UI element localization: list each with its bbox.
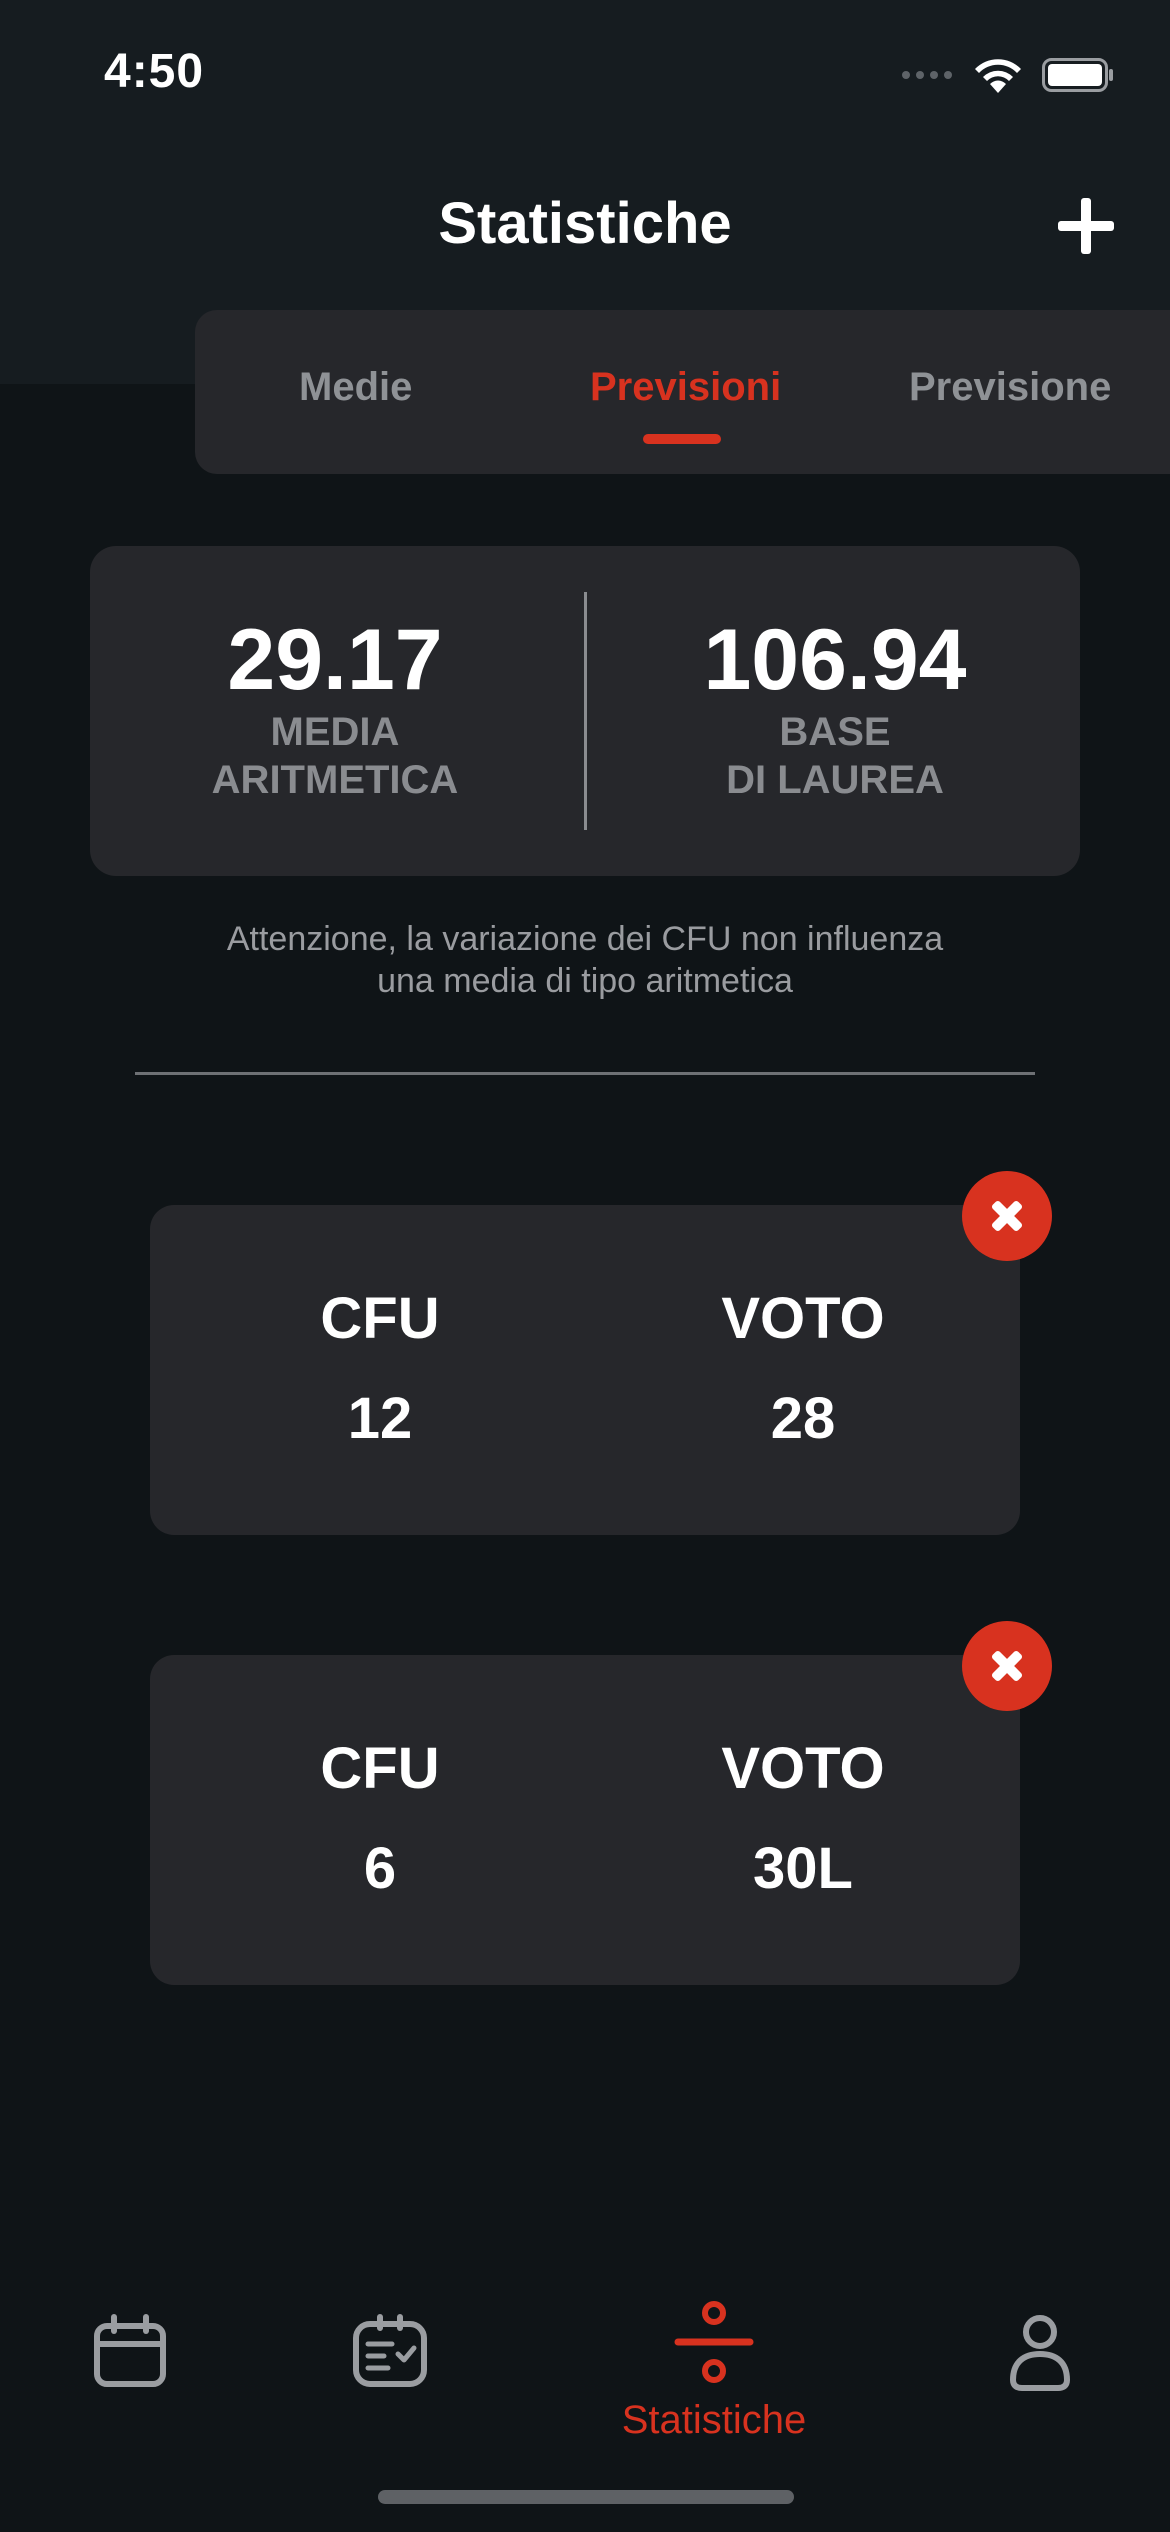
divider [135,1072,1035,1075]
status-time: 4:50 [104,45,205,98]
tab-bar-label-statistiche: Statistiche [621,2398,807,2442]
base-summary: 106.94 BASE DI LAUREA [590,616,1080,804]
tab-medie[interactable]: Medie [299,365,412,410]
forecast-card[interactable]: CFU 12 VOTO 28 [150,1205,1020,1535]
cfu-column: CFU 12 [230,1285,530,1453]
tab-bar-item-exams[interactable] [352,2314,428,2390]
forecast-card[interactable]: CFU 6 VOTO 30L [150,1655,1020,1985]
voto-column: VOTO 30L [653,1735,953,1903]
active-tab-indicator [643,434,721,444]
exam-list-icon [353,2314,427,2387]
voto-label: VOTO [721,1286,885,1351]
add-button[interactable] [1058,198,1114,254]
cellular-signal-icon [902,71,952,79]
notice-line1: Attenzione, la variazione dei CFU non in… [226,920,944,958]
voto-label: VOTO [721,1736,885,1801]
tab-bar-item-calendar[interactable] [92,2314,168,2390]
tab-previsione[interactable]: Previsione [909,365,1111,410]
voto-value: 30L [753,1836,853,1901]
cfu-value: 6 [363,1836,397,1901]
average-summary: 29.17 MEDIA ARITMETICA [90,616,580,804]
divide-icon [674,2301,754,2383]
calendar-icon [94,2314,166,2387]
wifi-icon [975,59,1021,93]
base-value: 106.94 [703,612,967,708]
page-title: Statistiche [438,191,732,256]
cfu-label: CFU [320,1286,440,1351]
cfu-value: 12 [347,1386,413,1451]
status-icons [902,50,1114,100]
battery-icon [1042,58,1113,92]
average-value: 29.17 [227,612,443,708]
profile-icon [1009,2315,1071,2391]
home-indicator[interactable] [378,2490,794,2504]
remove-forecast-button[interactable] [962,1171,1052,1261]
base-label-line1: BASE [779,710,891,754]
notice-text: Attenzione, la variazione dei CFU non in… [150,918,1020,1002]
average-label-line1: MEDIA [270,710,400,754]
average-label-line2: ARITMETICA [211,758,459,802]
tab-previsioni[interactable]: Previsioni [590,365,781,410]
voto-value: 28 [770,1386,836,1451]
summary-card: 29.17 MEDIA ARITMETICA 106.94 BASE DI LA… [90,546,1080,876]
segmented-tabs: Medie Previsioni Previsione [195,310,1170,474]
tab-bar-item-statistiche[interactable]: Statistiche [614,2300,814,2450]
remove-forecast-button[interactable] [962,1621,1052,1711]
cfu-label: CFU [320,1736,440,1801]
voto-column: VOTO 28 [653,1285,953,1453]
tab-bar-item-profile[interactable] [1008,2314,1072,2392]
status-bar: 4:50 [0,0,1170,150]
cfu-column: CFU 6 [230,1735,530,1903]
summary-divider [584,592,587,830]
base-label-line2: DI LAUREA [726,758,944,802]
notice-line2: una media di tipo aritmetica [377,962,793,1000]
